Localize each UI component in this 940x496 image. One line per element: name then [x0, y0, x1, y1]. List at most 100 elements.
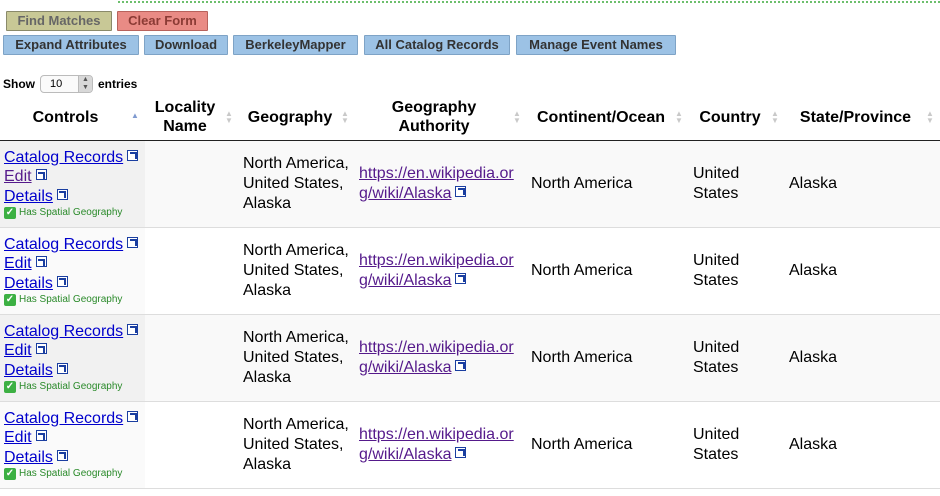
geography-authority-cell: https://en.wikipedia.org/wiki/Alaska: [355, 140, 527, 228]
berkeleymapper-button[interactable]: BerkeleyMapper: [233, 35, 358, 55]
results-table: Controls ▲ Locality Name ▲ ▼ Geography ▲ ▼…: [0, 95, 940, 489]
external-link-icon: [56, 275, 68, 287]
external-link-icon: [35, 256, 47, 268]
locality-name-cell: [145, 140, 239, 228]
spatial-geography-status: ✓ Has Spatial Geography: [4, 467, 123, 480]
geography-authority-cell: https://en.wikipedia.org/wiki/Alaska: [355, 314, 527, 402]
catalog-records-link[interactable]: Catalog Records: [4, 148, 141, 168]
geography-authority-link[interactable]: https://en.wikipedia.org/wiki/Alaska: [359, 165, 514, 202]
external-link-icon: [127, 236, 139, 248]
edit-link[interactable]: Edit: [4, 341, 141, 361]
locality-name-cell: [145, 227, 239, 315]
state-province-cell: Alaska: [785, 140, 940, 228]
geography-authority-link[interactable]: https://en.wikipedia.org/wiki/Alaska: [359, 426, 514, 463]
details-link[interactable]: Details: [4, 187, 141, 207]
geography-authority-link[interactable]: https://en.wikipedia.org/wiki/Alaska: [359, 339, 514, 376]
external-link-icon: [56, 362, 68, 374]
sort-both-icon: ▲ ▼: [771, 109, 779, 126]
country-cell: United States: [689, 140, 785, 228]
column-header-label: State/Province: [799, 108, 912, 126]
column-header-label: Geography: [247, 108, 333, 126]
controls-cell: Catalog Records Edit Details ✓ Has Spatia…: [0, 401, 145, 489]
external-link-icon: [127, 323, 139, 335]
spatial-geography-status: ✓ Has Spatial Geography: [4, 380, 123, 393]
column-header-label: Controls: [32, 108, 99, 126]
download-button[interactable]: Download: [144, 35, 228, 55]
column-header-state-province[interactable]: State/Province ▲ ▼: [785, 95, 940, 141]
catalog-records-link[interactable]: Catalog Records: [4, 322, 141, 342]
checkmark-icon: ✓: [4, 293, 16, 306]
clear-form-button[interactable]: Clear Form: [117, 11, 208, 31]
controls-cell: Catalog Records Edit Details ✓ Has Spatia…: [0, 314, 145, 402]
column-header-label: Geography Authority: [391, 99, 477, 136]
sort-both-icon: ▲ ▼: [675, 109, 683, 126]
table-header-row: Controls ▲ Locality Name ▲ ▼ Geography ▲ ▼…: [0, 95, 940, 141]
table-row: Catalog Records Edit Details ✓ Has Spatia…: [0, 140, 940, 228]
details-link[interactable]: Details: [4, 274, 141, 294]
find-matches-button[interactable]: Find Matches: [6, 11, 112, 31]
continent-ocean-cell: North America: [527, 140, 689, 228]
checkmark-icon: ✓: [4, 467, 16, 480]
country-cell: United States: [689, 227, 785, 315]
sort-both-icon: ▲ ▼: [513, 109, 521, 126]
geography-cell: North America, United States, Alaska: [239, 227, 355, 315]
column-header-country[interactable]: Country ▲ ▼: [689, 95, 785, 141]
state-province-cell: Alaska: [785, 314, 940, 402]
entries-length-control: Show 10 ▲ ▼ entries: [3, 75, 137, 93]
entries-label: entries: [98, 77, 138, 91]
sort-both-icon: ▲ ▼: [341, 109, 349, 126]
geography-authority-link[interactable]: https://en.wikipedia.org/wiki/Alaska: [359, 252, 514, 289]
catalog-records-link[interactable]: Catalog Records: [4, 409, 141, 429]
edit-link[interactable]: Edit: [4, 167, 141, 187]
sort-both-icon: ▲ ▼: [926, 109, 934, 126]
show-label: Show: [3, 77, 35, 91]
all-catalog-records-button[interactable]: All Catalog Records: [364, 35, 510, 55]
external-link-icon: [56, 188, 68, 200]
dotted-divider: [118, 1, 940, 3]
column-header-geography[interactable]: Geography ▲ ▼: [239, 95, 355, 141]
column-header-label: Continent/Ocean: [536, 108, 665, 126]
sort-both-icon: ▲ ▼: [225, 109, 233, 126]
column-header-label: Country: [699, 108, 761, 126]
manage-event-names-button[interactable]: Manage Event Names: [516, 35, 676, 55]
column-header-geography-authority[interactable]: Geography Authority ▲ ▼: [355, 95, 527, 141]
external-link-icon: [127, 410, 139, 422]
table-row: Catalog Records Edit Details ✓ Has Spatia…: [0, 401, 940, 489]
external-link-icon: [35, 430, 47, 442]
table-row: Catalog Records Edit Details ✓ Has Spatia…: [0, 227, 940, 315]
geography-cell: North America, United States, Alaska: [239, 314, 355, 402]
locality-name-cell: [145, 314, 239, 402]
continent-ocean-cell: North America: [527, 314, 689, 402]
updown-arrows-icon: ▲ ▼: [78, 76, 92, 92]
locality-name-cell: [145, 401, 239, 489]
continent-ocean-cell: North America: [527, 227, 689, 315]
edit-link[interactable]: Edit: [4, 254, 141, 274]
edit-link[interactable]: Edit: [4, 428, 141, 448]
checkmark-icon: ✓: [4, 380, 16, 393]
entries-select[interactable]: 10 ▲ ▼: [40, 75, 93, 93]
entries-select-value: 10: [50, 78, 63, 90]
table-row: Catalog Records Edit Details ✓ Has Spatia…: [0, 314, 940, 402]
state-province-cell: Alaska: [785, 227, 940, 315]
controls-cell: Catalog Records Edit Details ✓ Has Spatia…: [0, 140, 145, 228]
checkmark-icon: ✓: [4, 206, 16, 219]
geography-cell: North America, United States, Alaska: [239, 140, 355, 228]
spatial-geography-status: ✓ Has Spatial Geography: [4, 293, 123, 306]
details-link[interactable]: Details: [4, 361, 141, 381]
column-header-locality-name[interactable]: Locality Name ▲ ▼: [145, 95, 239, 141]
external-link-icon: [455, 272, 467, 284]
column-header-controls[interactable]: Controls ▲: [0, 95, 145, 141]
column-header-continent-ocean[interactable]: Continent/Ocean ▲ ▼: [527, 95, 689, 141]
column-header-label: Locality Name: [154, 99, 216, 136]
external-link-icon: [56, 449, 68, 461]
external-link-icon: [455, 185, 467, 197]
catalog-records-link[interactable]: Catalog Records: [4, 235, 141, 255]
external-link-icon: [35, 169, 47, 181]
external-link-icon: [455, 359, 467, 371]
details-link[interactable]: Details: [4, 448, 141, 468]
sort-ascending-icon: ▲: [131, 111, 139, 121]
external-link-icon: [35, 343, 47, 355]
geography-authority-cell: https://en.wikipedia.org/wiki/Alaska: [355, 401, 527, 489]
expand-attributes-button[interactable]: Expand Attributes: [3, 35, 139, 55]
state-province-cell: Alaska: [785, 401, 940, 489]
